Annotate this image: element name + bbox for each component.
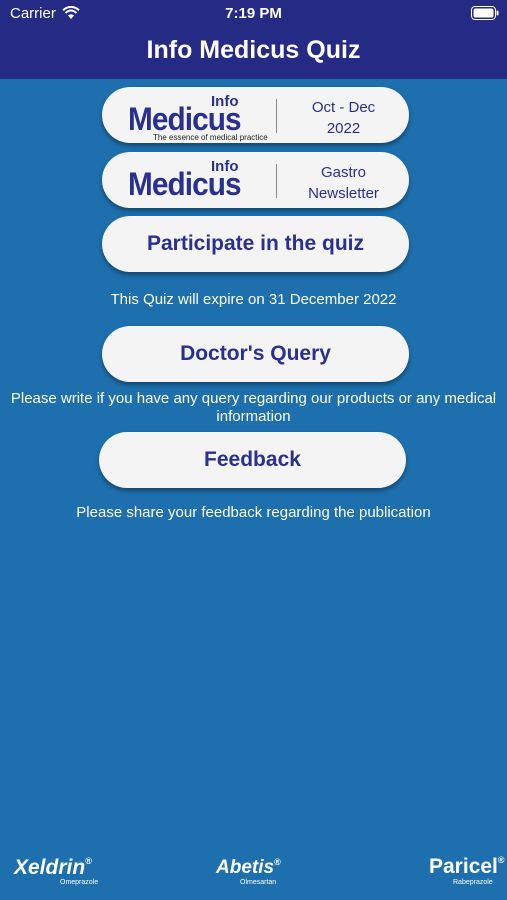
gastro-newsletter-button[interactable]: Info Medicus Gastro Newsletter: [102, 152, 409, 208]
paricel-logo: Paricel® Rabeprazole: [429, 855, 505, 886]
issue-card-button[interactable]: Info Medicus The essence of medical prac…: [102, 87, 409, 143]
quiz-expiry-note: This Quiz will expire on 31 December 202…: [110, 291, 397, 308]
info-medicus-logo: Info Medicus: [128, 158, 241, 202]
feedback-note: Please share your feedback regarding the…: [76, 504, 431, 521]
doctors-query-button[interactable]: Doctor's Query: [102, 326, 409, 382]
issue-period: Oct - Dec 2022: [311, 99, 376, 137]
divider: [276, 164, 277, 198]
nav-header: Carrier 7:19 PM Info Medicus Quiz: [0, 0, 507, 79]
status-bar: Carrier 7:19 PM: [0, 0, 507, 28]
query-note: Please write if you have any query regar…: [10, 390, 497, 425]
battery-icon: [471, 6, 499, 24]
xeldrin-logo: Xeldrin® Omeprazole: [14, 856, 99, 886]
info-medicus-logo: Info Medicus The essence of medical prac…: [128, 93, 268, 142]
feedback-button[interactable]: Feedback: [99, 432, 406, 488]
newsletter-label: Gastro Newsletter: [308, 164, 379, 202]
divider: [276, 99, 277, 133]
participate-quiz-button[interactable]: Participate in the quiz: [102, 216, 409, 272]
status-time: 7:19 PM: [225, 5, 282, 22]
logo-tagline: The essence of medical practice: [153, 133, 268, 142]
abetis-logo: Abetis® Olmesartan: [216, 857, 281, 886]
page-title: Info Medicus Quiz: [146, 36, 361, 64]
